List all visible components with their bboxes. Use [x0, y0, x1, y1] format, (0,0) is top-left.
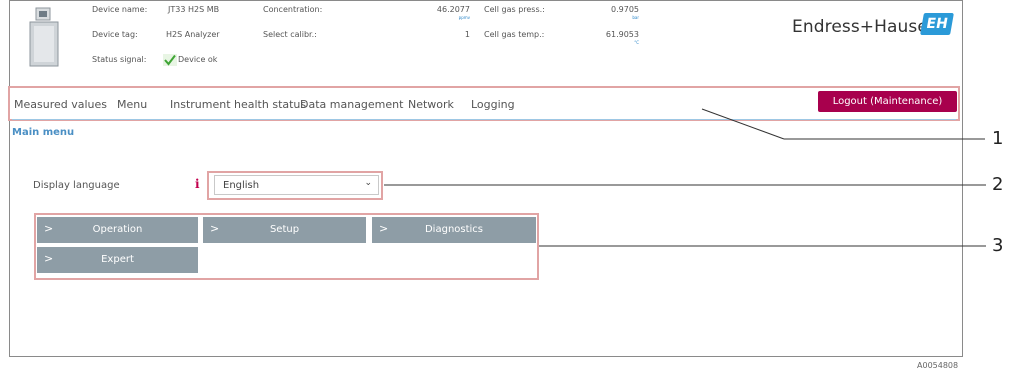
figure-id: A0054808	[917, 361, 959, 370]
device-web-ui-frame	[9, 0, 963, 357]
setup-button[interactable]: > Setup	[203, 217, 366, 243]
nav-menu[interactable]: Menu	[117, 98, 147, 111]
nav-measured-values[interactable]: Measured values	[14, 98, 107, 111]
select-calibr-label: Select calibr.:	[263, 30, 317, 39]
info-icon[interactable]: i	[195, 177, 200, 191]
brand-name: Endress+Hauser	[792, 17, 936, 37]
expert-button[interactable]: > Expert	[37, 247, 198, 273]
nav-data-management[interactable]: Data management	[300, 98, 403, 111]
callout-number-2: 2	[992, 174, 1004, 195]
chevron-down-icon: ⌄	[364, 178, 372, 188]
cell-gas-temp-label: Cell gas temp.:	[484, 30, 545, 39]
status-signal-label: Status signal:	[92, 55, 147, 64]
display-language-select[interactable]: English ⌄	[214, 175, 379, 195]
display-language-label: Display language	[33, 180, 120, 191]
status-signal-value: Device ok	[178, 55, 218, 64]
device-image-icon	[29, 7, 59, 67]
status-ok-check-icon	[163, 54, 177, 66]
concentration-value: 46.2077	[436, 5, 470, 14]
device-tag-value: H2S Analyzer	[166, 30, 220, 39]
nav-logging[interactable]: Logging	[471, 98, 515, 111]
concentration-label: Concentration:	[263, 5, 323, 14]
callout-number-1: 1	[992, 128, 1004, 149]
cell-gas-press-label: Cell gas press.:	[484, 5, 545, 14]
callout-number-3: 3	[992, 235, 1004, 256]
brand-logo: EH	[920, 13, 954, 35]
device-tag-label: Device tag:	[92, 30, 138, 39]
cell-gas-press-value: 0.9705	[611, 5, 639, 14]
cell-gas-temp-value: 61.9053	[605, 30, 639, 39]
cell-gas-press-unit: bar	[632, 15, 639, 20]
nav-instrument-health-status[interactable]: Instrument health status	[170, 98, 306, 111]
device-name-value: JT33 H2S MB	[168, 5, 220, 14]
diagnostics-button[interactable]: > Diagnostics	[372, 217, 536, 243]
operation-button[interactable]: > Operation	[37, 217, 198, 243]
page-title: Main menu	[12, 127, 75, 138]
display-language-value: English	[223, 180, 260, 191]
nav-divider	[12, 119, 956, 120]
select-calibr-value: 1	[464, 30, 470, 39]
logout-button[interactable]: Logout (Maintenance)	[818, 91, 957, 112]
cell-gas-temp-unit: °C	[634, 40, 639, 45]
concentration-unit: ppmv	[458, 15, 470, 20]
device-name-label: Device name:	[92, 5, 148, 14]
nav-network[interactable]: Network	[408, 98, 454, 111]
